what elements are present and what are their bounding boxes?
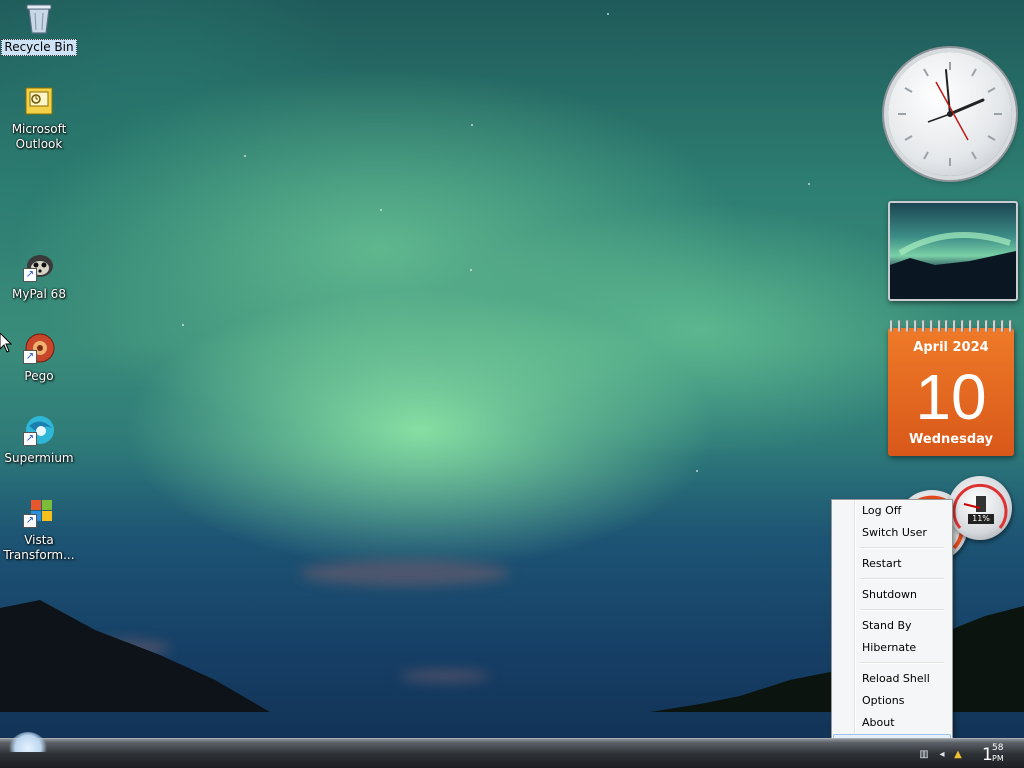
desktop-icon-label: Recycle Bin (1, 39, 77, 56)
mypal-icon: ↗ (21, 248, 57, 284)
memory-meter-gauge[interactable]: 11% (948, 476, 1012, 540)
menu-item-reload-shell[interactable]: Reload Shell (834, 669, 950, 689)
menu-separator (860, 578, 944, 580)
desktop-icon-label: Vista Transform... (3, 533, 75, 562)
shortcut-arrow-icon: ↗ (23, 268, 37, 282)
shortcut-arrow-icon: ↗ (23, 350, 37, 364)
menu-item-restart[interactable]: Restart (834, 554, 950, 574)
desktop[interactable]: Recycle Bin Microsoft Outlook ↗ MyPal 68… (0, 0, 1024, 768)
calendar-gadget[interactable]: April 2024 10 Wednesday (888, 320, 1014, 456)
menu-item-shutdown[interactable]: Shutdown (834, 585, 950, 605)
desktop-icon-label: Microsoft Outlook (11, 122, 67, 151)
star (470, 269, 472, 271)
menu-item-log-off[interactable]: Log Off (834, 501, 950, 521)
clock-face-icon (898, 62, 1002, 166)
star (182, 324, 184, 326)
calendar-day: 10 (915, 361, 987, 433)
calendar-month-year: April 2024 (913, 340, 989, 355)
star (808, 183, 810, 185)
tray-arrow-icon[interactable]: ◂ (936, 749, 948, 761)
desktop-icon-microsoft-outlook[interactable]: Microsoft Outlook (0, 83, 78, 152)
star (380, 209, 382, 211)
desktop-icon-recycle-bin[interactable]: Recycle Bin (0, 0, 78, 56)
desktop-icon-label: MyPal 68 (12, 287, 66, 301)
desktop-icon-label: Supermium (4, 451, 74, 465)
star (607, 13, 609, 15)
calendar-weekday: Wednesday (909, 432, 993, 447)
cloud (300, 560, 510, 586)
clock-minute: 58 (992, 743, 1004, 753)
memory-percent-label: 11% (968, 514, 994, 524)
desktop-icon-vista-transform[interactable]: ↗ Vista Transform... (0, 494, 78, 563)
star (696, 470, 698, 472)
desktop-icon-mypal-68[interactable]: ↗ MyPal 68 (0, 248, 78, 302)
desktop-icon-supermium[interactable]: ↗ Supermium (0, 412, 78, 466)
desktop-icon-label: Pego (24, 369, 54, 383)
pego-icon: ↗ (21, 330, 57, 366)
outlook-icon (21, 83, 57, 119)
menu-separator (860, 547, 944, 549)
supermium-icon: ↗ (21, 412, 57, 448)
taskbar-clock[interactable]: 1 58 PM (978, 740, 1018, 766)
mouse-cursor-icon (0, 333, 12, 353)
tray-network-icon[interactable]: ▥ (918, 749, 930, 761)
taskbar (0, 738, 1024, 768)
star (471, 124, 473, 126)
gauge-icon (952, 483, 1008, 529)
slideshow-image (890, 232, 1016, 299)
menu-separator (860, 609, 944, 611)
menu-item-options[interactable]: Options (834, 691, 950, 711)
shutdown-context-menu: Log Off Switch User Restart Shutdown Sta… (831, 499, 953, 755)
shortcut-arrow-icon: ↗ (23, 514, 37, 528)
menu-item-stand-by[interactable]: Stand By (834, 616, 950, 636)
shortcut-arrow-icon: ↗ (23, 432, 37, 446)
menu-item-hibernate[interactable]: Hibernate (834, 638, 950, 658)
clock-gadget[interactable] (888, 52, 1012, 176)
calendar-page: April 2024 10 Wednesday (888, 328, 1014, 456)
tray-security-icon[interactable]: ▲ (952, 749, 964, 761)
menu-item-switch-user[interactable]: Switch User (834, 523, 950, 543)
menu-separator (860, 662, 944, 664)
menu-item-about[interactable]: About (834, 713, 950, 733)
clock-ampm: PM (992, 754, 1004, 763)
vista-transform-icon: ↗ (21, 494, 57, 530)
star (244, 155, 246, 157)
slideshow-gadget[interactable] (888, 201, 1018, 301)
calendar-binding-rings (890, 320, 1012, 332)
recycle-bin-icon (21, 0, 57, 36)
